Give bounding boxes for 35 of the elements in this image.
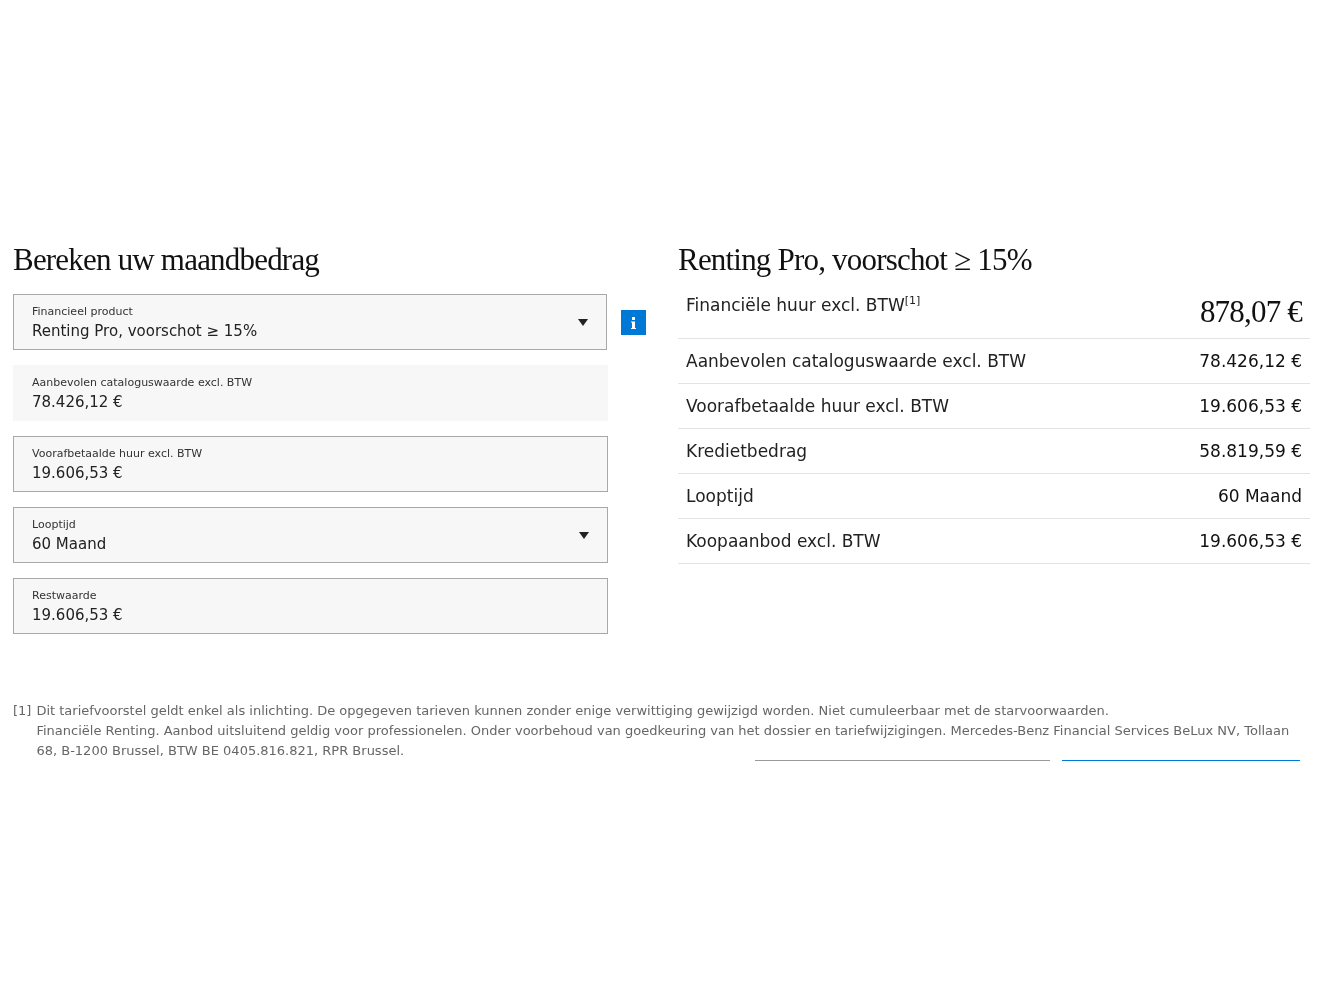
summary-value: 19.606,53 €	[1199, 396, 1302, 416]
input-field[interactable]: Restwaarde 19.606,53 €	[13, 578, 608, 634]
summary-label: Aanbevolen cataloguswaarde excl. BTW	[686, 351, 1027, 371]
monthly-amount: 878,07 €	[1199, 294, 1302, 330]
footnote-text: Dit tariefvoorstel geldt enkel als inlichting. De opgegeven tarieven kunnen zonder enige verwittiging gewijzigd worden. Niet cumuleerbaar met de starvoorwaarden.	[36, 702, 1110, 720]
summary-label: Koopaanbod excl. BTW	[686, 531, 881, 551]
summary-label: Financiële huur excl. BTW$^{[1]}$	[686, 294, 921, 315]
field-label: Financieel product	[32, 304, 133, 318]
field-value: 78.426,12 €	[32, 392, 123, 411]
section-title: Bereken uw maandbedrag	[13, 241, 321, 279]
summary-title: Renting Pro, voorschot ≥ 15%	[678, 241, 1033, 279]
footnote-marker: [1]	[13, 702, 32, 720]
field-label: Restwaarde	[32, 588, 97, 602]
input-field[interactable]: Voorafbetaalde huur excl. BTW 19.606,53 €	[13, 436, 608, 492]
summary-value: 58.819,59 €	[1199, 441, 1302, 461]
summary-label: Looptijd	[686, 486, 754, 506]
footnote-text: Financiële Renting. Aanbod uitsluitend geldig voor professionelen. Onder voorbehoud van goedkeuring van het dossier en tariefwijzigingen. Mercedes-Benz Financial Services BeLux NV, Tollaan 68, B-1200 Brussel, BTW BE 0405.816.821, RPR Brussel.	[36, 722, 1291, 760]
select-field[interactable]: Financieel product Renting Pro, voorschot ≥ 15%	[13, 294, 608, 350]
summary-value: 19.606,53 €	[1199, 531, 1302, 551]
field-label: Looptijd	[32, 517, 76, 531]
field-value: Renting Pro, voorschot ≥ 15%	[32, 321, 258, 340]
field-label: Voorafbetaalde huur excl. BTW	[32, 446, 203, 460]
field-label: Aanbevolen cataloguswaarde excl. BTW	[32, 375, 253, 389]
caret-icon	[578, 318, 589, 326]
summary-value: 78.426,12 €	[1199, 351, 1302, 371]
info-button[interactable]	[621, 310, 646, 335]
summary-label: Kredietbedrag	[686, 441, 808, 461]
info-icon	[631, 316, 636, 329]
summary-label: Voorafbetaalde huur excl. BTW	[686, 396, 949, 416]
select-field[interactable]: Looptijd 60 Maand	[13, 507, 608, 563]
field-value: 19.606,53 €	[32, 463, 123, 482]
field-value: 60 Maand	[32, 534, 107, 553]
summary-value: 60 Maand	[1217, 486, 1302, 506]
field-value: 19.606,53 €	[32, 605, 123, 624]
caret-icon	[579, 531, 589, 539]
